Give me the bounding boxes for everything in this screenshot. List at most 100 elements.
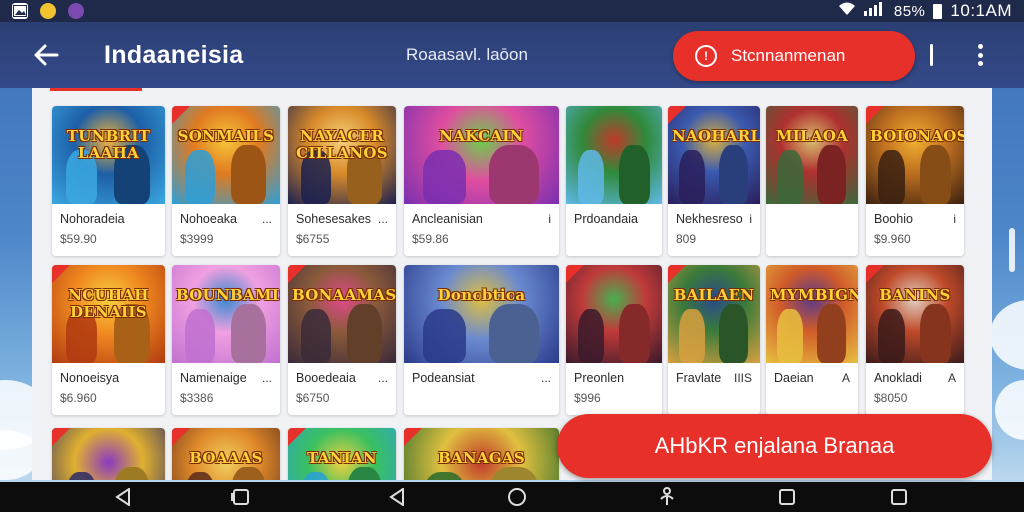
tab-indicator — [50, 88, 142, 91]
nav-square-button-2[interactable] — [888, 487, 910, 507]
game-card[interactable]: Doncbtica Podeansiat... — [404, 265, 559, 415]
game-thumbnail: BONAAMAS — [288, 265, 396, 363]
character-art — [184, 472, 216, 480]
game-thumbnail: BANINS — [866, 265, 964, 363]
character-art — [489, 304, 539, 363]
nav-recents-button[interactable] — [230, 487, 252, 507]
nav-back-button-2[interactable] — [386, 487, 408, 507]
battery-percent: 85% — [893, 2, 926, 20]
game-card[interactable]: SONMAILS Nohoeaka... $3999 — [172, 106, 280, 256]
game-thumbnail: BOAAAS — [172, 428, 280, 480]
scrollbar-thumb[interactable] — [1009, 228, 1015, 272]
wifi-icon — [838, 2, 856, 20]
character-art — [718, 145, 749, 204]
game-name: Boohio — [874, 212, 913, 226]
game-extra: A — [947, 371, 956, 385]
game-card[interactable]: Preonlen $996 — [566, 265, 662, 415]
game-card[interactable]: NAKCAIN Ancleanisian i $59.86 — [404, 106, 559, 256]
clock: 10:1AM — [950, 1, 1012, 20]
game-card[interactable]: NCUHAH DENAIIS Nonoeisya $6.960 — [52, 265, 165, 415]
character-art — [679, 309, 705, 363]
game-card[interactable]: NAOHARLIE Nekhesreso Reola i 809 — [668, 106, 760, 256]
floating-cta-button[interactable]: AHbKR enjalana Branaa — [557, 414, 992, 478]
hot-ribbon — [404, 428, 422, 446]
game-logo-text: BANAGAS — [437, 449, 526, 467]
character-art — [347, 467, 382, 480]
game-extra: ... — [261, 371, 272, 385]
game-card[interactable]: BAILAEN Fravlate IIIS — [668, 265, 760, 415]
game-extra: ... — [261, 212, 272, 226]
game-name: Nohoeaka — [180, 212, 237, 226]
game-name-row: Nonoeisya — [52, 363, 165, 387]
character-art — [489, 145, 539, 204]
back-button[interactable] — [18, 27, 74, 83]
game-name: Sohesesakes — [296, 212, 372, 226]
game-extra: ... — [377, 371, 388, 385]
game-card[interactable]: BONAAMAS Booedeaia... $6750 — [288, 265, 396, 415]
character-art — [300, 472, 332, 480]
game-name-row: Podeansiat... — [404, 363, 559, 387]
game-name-row: Nohoeaka... — [172, 204, 280, 228]
game-name-row: Nekhesreso Reola i — [668, 204, 760, 228]
status-bar: 85% 10:1AM — [0, 0, 1024, 22]
character-art — [679, 150, 705, 204]
more-dot-icon — [977, 52, 983, 58]
game-name-row: Ancleanisian i — [404, 204, 559, 228]
game-thumbnail: NAKCAIN — [404, 106, 559, 204]
game-price: $59.86 — [412, 232, 449, 246]
game-name: Nohoradeia — [60, 212, 125, 226]
game-card[interactable]: Prdoandaia — [566, 106, 662, 256]
game-card[interactable]: BOAAAS — [172, 428, 280, 480]
game-card[interactable]: BANINS Anokladi A $8050 — [866, 265, 964, 415]
game-card[interactable]: TANIAN — [288, 428, 396, 480]
hot-ribbon — [172, 428, 190, 446]
character-art — [231, 304, 266, 363]
game-logo-text: MILAOA — [775, 127, 849, 145]
hot-ribbon — [668, 106, 686, 124]
top-cta-button[interactable]: ! Stcnnanmenan — [673, 31, 915, 81]
top-cta-label: Stcnnanmenan — [731, 46, 846, 65]
character-art — [777, 309, 803, 363]
game-extra: i — [548, 212, 551, 226]
game-price: $996 — [574, 391, 601, 405]
game-name-row: Namienaige... — [172, 363, 280, 387]
emoji-icon — [40, 3, 56, 19]
game-extra: ... — [377, 212, 388, 226]
game-card[interactable]: BOUNBAMIS Namienaige... $3386 — [172, 265, 280, 415]
game-price — [566, 228, 662, 256]
game-extra: i — [749, 212, 752, 226]
game-card[interactable]: MILAOA — [766, 106, 858, 256]
character-art — [422, 150, 466, 204]
game-card[interactable] — [52, 428, 165, 480]
game-name-row: Anokladi A — [866, 363, 964, 387]
nav-accessibility-button[interactable] — [656, 487, 678, 507]
character-art — [184, 150, 216, 204]
game-name-row: Nohoradeia — [52, 204, 165, 228]
hot-ribbon — [866, 265, 884, 283]
game-price: $6755 — [296, 232, 330, 246]
character-art — [489, 467, 539, 480]
game-card[interactable]: BANAGAS — [404, 428, 559, 480]
game-name: Podeansiat — [412, 371, 475, 385]
game-price — [766, 228, 858, 256]
home-circle-icon — [508, 488, 526, 506]
game-card[interactable]: MYMBIGNIS Daeian A — [766, 265, 858, 415]
game-name-row: Boohio i — [866, 204, 964, 228]
nav-square-button[interactable] — [776, 487, 798, 507]
game-thumbnail: SONMAILS — [172, 106, 280, 204]
game-card[interactable]: TUNBRIT LAAHA Nohoradeia $59.90 — [52, 106, 165, 256]
nav-home-button[interactable] — [506, 487, 528, 507]
character-art — [718, 304, 749, 363]
game-thumbnail: BOIONAOS — [866, 106, 964, 204]
game-logo-text: BOAAAS — [189, 449, 263, 467]
overflow-menu-button[interactable] — [968, 40, 992, 70]
hot-ribbon — [52, 265, 70, 283]
game-name-row: Booedeaia... — [288, 363, 396, 387]
game-thumbnail: MYMBIGNIS — [766, 265, 858, 363]
nav-back-button[interactable] — [112, 487, 134, 507]
square-icon — [779, 489, 795, 505]
game-logo-text: TANIAN — [307, 449, 377, 467]
game-card[interactable]: BOIONAOS Boohio i $9.960 — [866, 106, 964, 256]
game-card[interactable]: NAYACER CILLANOS Sohesesakes... $6755 — [288, 106, 396, 256]
character-art — [347, 304, 382, 363]
